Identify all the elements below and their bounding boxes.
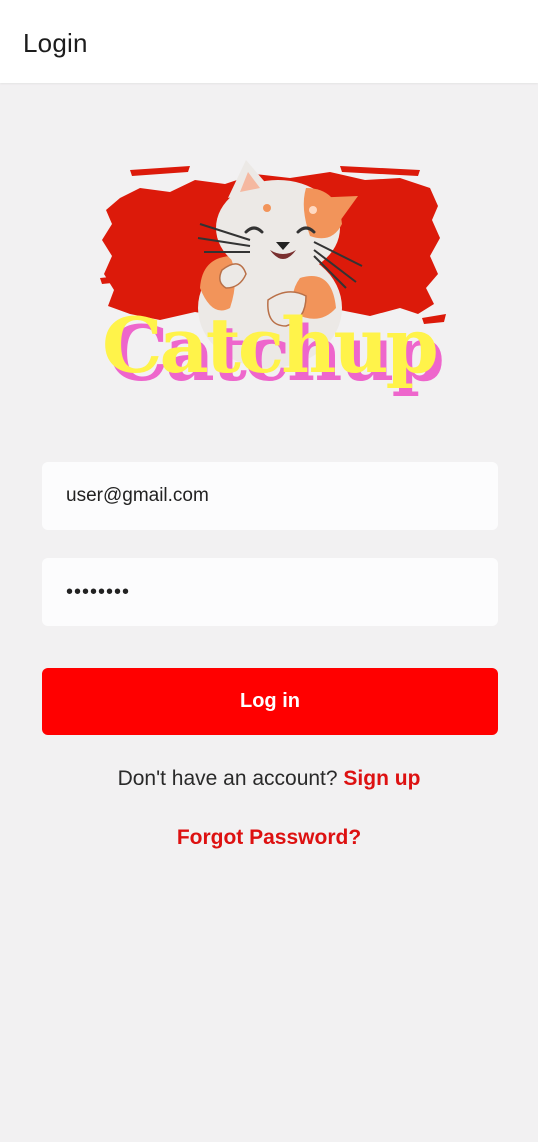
app-logo: Catchup Catchup: [100, 158, 448, 398]
logo-wordmark: Catchup: [102, 301, 437, 390]
app-bar: Login: [0, 0, 538, 83]
password-field[interactable]: [42, 558, 498, 626]
password-input[interactable]: [64, 579, 476, 605]
page-title: Login: [23, 28, 88, 58]
email-field[interactable]: [42, 462, 498, 530]
signup-link[interactable]: Sign up: [343, 767, 420, 790]
login-button[interactable]: Log in: [42, 668, 498, 735]
signup-prompt-text: Don't have an account?: [117, 767, 338, 790]
signup-prompt: Don't have an account? Sign up: [0, 767, 538, 791]
email-input[interactable]: [64, 484, 476, 508]
forgot-password-link[interactable]: Forgot Password?: [0, 826, 538, 850]
